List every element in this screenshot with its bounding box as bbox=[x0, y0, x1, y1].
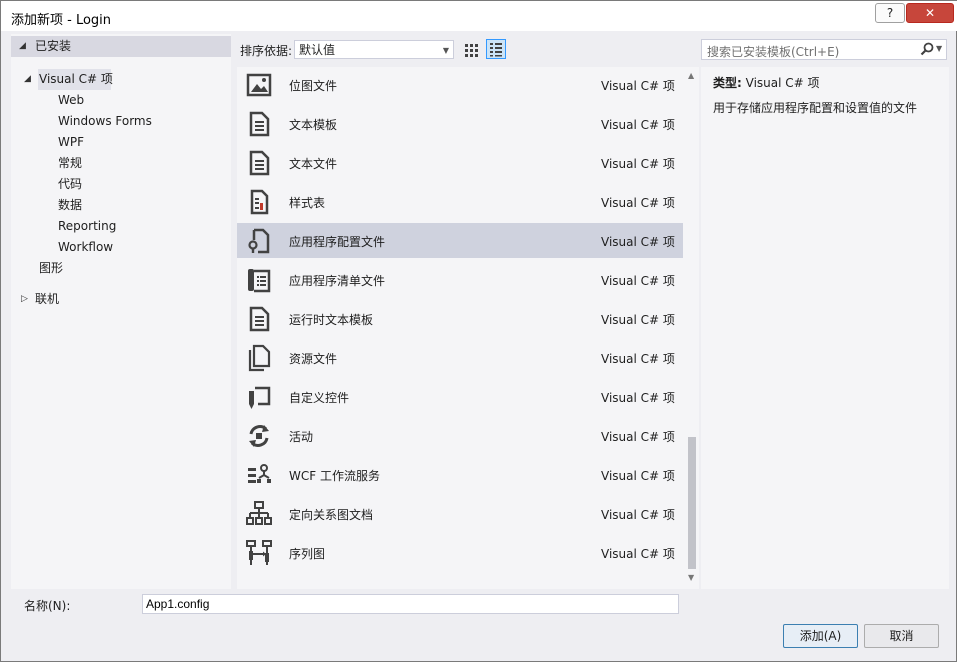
add-new-item-dialog: 添加新项 - Login ? ✕ ◢ 已安装 ◢ Visual C# 项 Web… bbox=[0, 0, 958, 662]
wcf-service-icon bbox=[248, 464, 271, 483]
custom-control-icon bbox=[249, 386, 271, 409]
details-description: 用于存储应用程序配置和设置值的文件 bbox=[713, 101, 918, 115]
manifest-icon bbox=[248, 269, 271, 293]
config-file-icon bbox=[248, 228, 270, 254]
list-item[interactable]: 运行时文本模板 Visual C# 项 bbox=[237, 301, 683, 336]
sort-dropdown-value: 默认值 bbox=[299, 43, 336, 57]
name-field[interactable] bbox=[142, 594, 679, 614]
title-bar: 添加新项 - Login ? ✕ bbox=[1, 1, 958, 31]
expanded-arrow-icon: ◢ bbox=[19, 41, 26, 51]
add-button[interactable]: 添加(A) bbox=[783, 624, 858, 648]
name-label: 名称(N): bbox=[24, 599, 71, 613]
collapsed-arrow-icon: ▷ bbox=[21, 294, 28, 304]
search-icon[interactable] bbox=[920, 42, 934, 56]
cancel-button[interactable]: 取消 bbox=[864, 624, 939, 648]
stylesheet-icon bbox=[250, 189, 269, 215]
tree-item-wpf[interactable]: WPF bbox=[58, 132, 84, 153]
scroll-up-arrow-icon[interactable]: ▲ bbox=[688, 71, 694, 80]
list-item[interactable]: WCF 工作流服务 Visual C# 项 bbox=[237, 457, 683, 492]
dropdown-arrow-icon: ▼ bbox=[442, 46, 449, 55]
details-pane: 类型: Visual C# 项 用于存储应用程序配置和设置值的文件 bbox=[701, 67, 949, 589]
activity-icon bbox=[249, 425, 269, 447]
tree-item-web[interactable]: Web bbox=[58, 90, 84, 111]
scroll-down-arrow-icon[interactable]: ▼ bbox=[688, 573, 694, 582]
list-item[interactable]: 文本模板 Visual C# 项 bbox=[237, 106, 683, 141]
vertical-scrollbar[interactable]: ▲ ▼ bbox=[685, 67, 699, 589]
template-list: 位图文件 Visual C# 项 文本模板 Visual C# 项 文本文件 V… bbox=[237, 67, 699, 589]
small-icons-view-button[interactable] bbox=[462, 40, 482, 60]
tree-item-installed[interactable]: ◢ 已安装 bbox=[11, 36, 231, 57]
list-item[interactable]: 文本文件 Visual C# 项 bbox=[237, 145, 683, 180]
category-tree: ◢ 已安装 ◢ Visual C# 项 Web Windows Forms WP… bbox=[11, 34, 231, 589]
help-button[interactable]: ? bbox=[875, 3, 905, 23]
list-item[interactable]: 活动 Visual C# 项 bbox=[237, 418, 683, 453]
document-icon bbox=[249, 150, 270, 176]
sort-dropdown[interactable]: 默认值 ▼ bbox=[294, 40, 454, 59]
list-item-selected[interactable]: 应用程序配置文件 Visual C# 项 bbox=[237, 223, 683, 258]
search-input[interactable]: 搜索已安装模板(Ctrl+E) ▼ bbox=[701, 39, 947, 60]
tree-item-reporting[interactable]: Reporting bbox=[58, 216, 116, 237]
list-item[interactable]: 序列图 Visual C# 项 bbox=[237, 535, 683, 570]
document-icon bbox=[249, 111, 270, 137]
resource-file-icon bbox=[248, 344, 271, 372]
tree-item-data[interactable]: 数据 bbox=[58, 195, 82, 216]
sort-label: 排序依据: bbox=[240, 44, 293, 58]
list-item[interactable]: 位图文件 Visual C# 项 bbox=[237, 67, 683, 102]
details-view-button[interactable] bbox=[486, 39, 506, 59]
tree-item-workflow[interactable]: Workflow bbox=[58, 237, 113, 258]
details-type: 类型: Visual C# 项 bbox=[713, 74, 820, 91]
list-item[interactable]: 应用程序清单文件 Visual C# 项 bbox=[237, 262, 683, 297]
details-type-value: Visual C# 项 bbox=[745, 76, 820, 90]
tree-item-code[interactable]: 代码 bbox=[58, 174, 82, 195]
tree-item-graphics[interactable]: 图形 bbox=[39, 258, 63, 279]
list-item[interactable]: 定向关系图文档 Visual C# 项 bbox=[237, 496, 683, 531]
expanded-arrow-icon: ◢ bbox=[24, 74, 31, 84]
tree-item-general[interactable]: 常规 bbox=[58, 153, 82, 174]
document-icon bbox=[249, 306, 270, 332]
scrollbar-thumb[interactable] bbox=[688, 437, 696, 569]
directed-graph-icon bbox=[246, 501, 272, 525]
list-view-icon bbox=[490, 43, 502, 57]
details-type-label: 类型: bbox=[713, 76, 742, 90]
list-item[interactable]: 资源文件 Visual C# 项 bbox=[237, 340, 683, 375]
window-title: 添加新项 - Login bbox=[11, 13, 112, 28]
list-item[interactable]: 样式表 Visual C# 项 bbox=[237, 184, 683, 219]
sequence-diagram-icon bbox=[246, 540, 272, 565]
close-button[interactable]: ✕ bbox=[906, 3, 954, 23]
tree-item-windows-forms[interactable]: Windows Forms bbox=[58, 111, 152, 132]
search-placeholder: 搜索已安装模板(Ctrl+E) bbox=[707, 45, 840, 59]
bitmap-icon bbox=[246, 73, 272, 97]
search-options-arrow-icon[interactable]: ▼ bbox=[936, 44, 942, 53]
grid-view-icon bbox=[465, 44, 478, 57]
list-item[interactable]: 自定义控件 Visual C# 项 bbox=[237, 379, 683, 414]
